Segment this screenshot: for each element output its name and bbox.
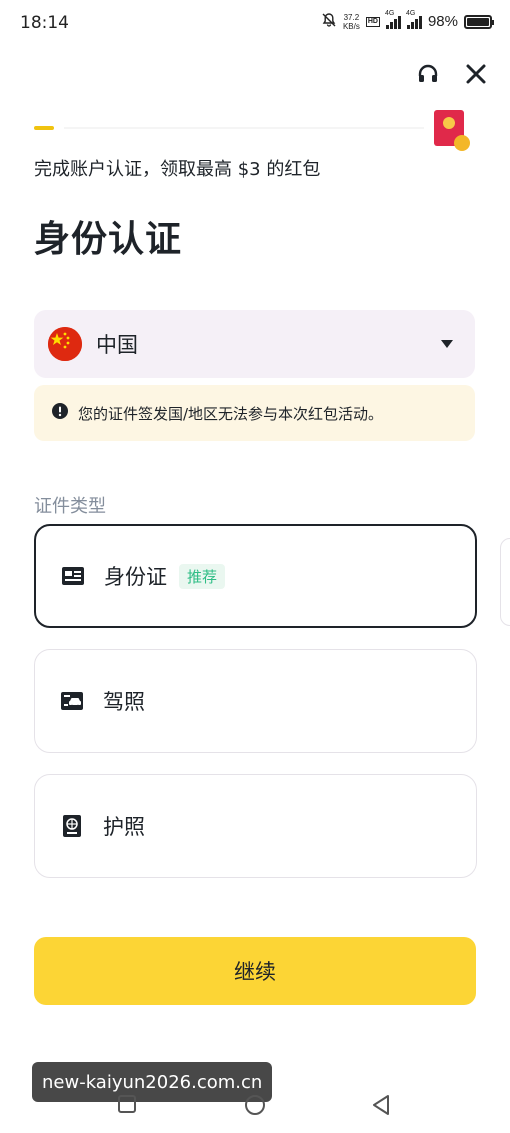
passport-icon xyxy=(61,815,83,837)
notice-text: 您的证件签发国/地区无法参与本次红包活动。 xyxy=(78,404,384,423)
signal-2-label: 4G xyxy=(405,9,416,17)
recommended-badge: 推荐 xyxy=(179,563,226,589)
battery-percent: 98% xyxy=(427,13,458,30)
status-bar: 18:14 37.2 KB/s HD 4G 4G 98% xyxy=(0,0,510,46)
driver-license-icon xyxy=(61,690,83,712)
signal-icon: 4G xyxy=(385,10,401,29)
page-title: 身份认证 xyxy=(34,219,183,260)
hd-label: HD xyxy=(367,17,378,25)
battery-icon xyxy=(464,14,494,29)
document-type-label: 证件类型 xyxy=(34,496,106,517)
triangle-back-icon[interactable] xyxy=(371,1094,391,1120)
status-time: 18:14 xyxy=(20,13,69,33)
china-flag-icon xyxy=(48,327,82,361)
signal-icon-2: 4G xyxy=(406,10,422,29)
promo-text: 完成账户认证，领取最高 $3 的红包 xyxy=(34,159,321,180)
square-icon[interactable] xyxy=(117,1094,137,1118)
document-option-label: 身份证 xyxy=(104,565,167,589)
step-progress-indicator xyxy=(34,126,54,130)
status-indicators: 37.2 KB/s HD 4G 4G 98% xyxy=(321,10,494,31)
document-option-label: 驾照 xyxy=(103,690,145,714)
step-progress-track xyxy=(64,127,424,129)
headset-icon[interactable] xyxy=(416,62,440,86)
circle-icon[interactable] xyxy=(244,1094,266,1120)
mute-notification-icon xyxy=(321,12,337,31)
warning-icon xyxy=(52,403,68,423)
red-packet-icon[interactable] xyxy=(432,108,472,152)
id-card-icon xyxy=(62,565,84,587)
battery-fill xyxy=(467,17,489,26)
document-option-passport[interactable]: 护照 xyxy=(34,774,477,878)
chevron-down-icon xyxy=(441,340,453,348)
side-card-peek xyxy=(500,538,510,626)
continue-button[interactable]: 继续 xyxy=(34,937,476,1005)
signal-1-label: 4G xyxy=(384,9,395,17)
document-option-label: 护照 xyxy=(103,815,145,839)
document-option-driver-license[interactable]: 驾照 xyxy=(34,649,477,753)
hd-badge: HD xyxy=(365,16,380,27)
document-option-id-card[interactable]: 身份证 推荐 xyxy=(34,524,477,628)
header-actions xyxy=(416,62,488,86)
eligibility-notice: 您的证件签发国/地区无法参与本次红包活动。 xyxy=(34,385,475,441)
network-speed: 37.2 KB/s xyxy=(343,13,360,31)
network-speed-value: 37.2 xyxy=(343,12,360,22)
country-name: 中国 xyxy=(96,333,138,357)
country-select[interactable]: 中国 xyxy=(34,310,475,378)
network-speed-unit: KB/s xyxy=(342,21,360,31)
close-icon[interactable] xyxy=(464,62,488,86)
system-nav-bar xyxy=(0,1080,510,1133)
